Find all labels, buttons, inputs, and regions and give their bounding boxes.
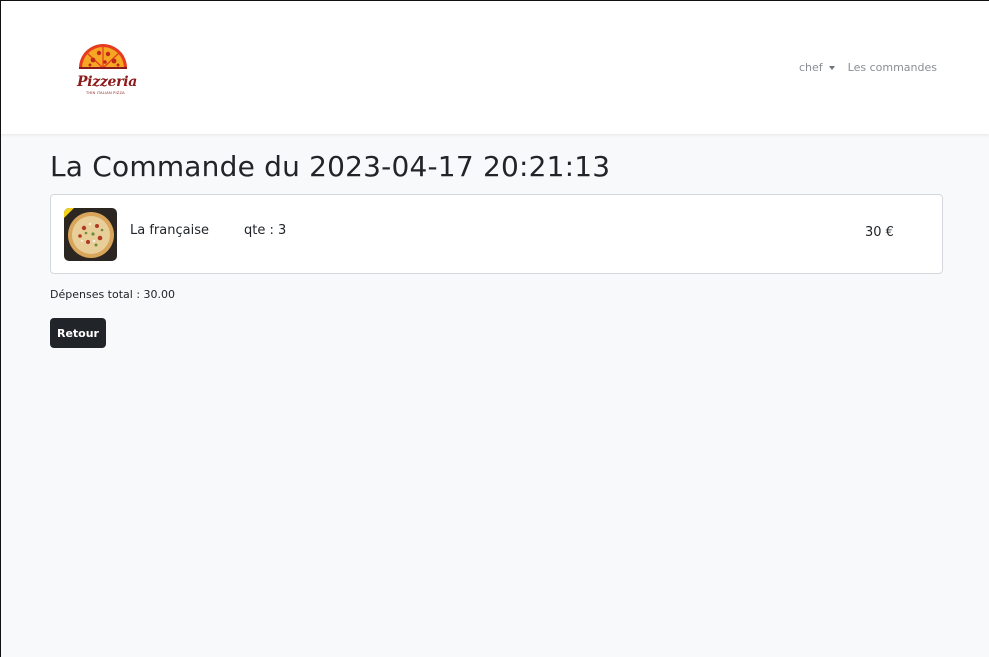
pizza-logo-icon [79,44,127,69]
navbar: Pizzeria THIN ITALIAN PIZZA chef Les com… [1,1,989,134]
caret-down-icon [828,65,835,70]
back-button[interactable]: Retour [50,318,106,348]
orders-link[interactable]: Les commandes [848,61,937,74]
pizza-image [64,208,117,261]
logo[interactable]: Pizzeria THIN ITALIAN PIZZA [73,38,137,100]
user-menu-label: chef [798,61,823,74]
logo-tagline: THIN ITALIAN PIZZA [86,91,125,95]
order-item-card: La française qte : 3 30 € [50,194,943,274]
item-quantity: qte : 3 [244,223,287,238]
item-price: 30 € [865,225,894,240]
nav-links: chef Les commandes [799,61,937,74]
item-name: La française [130,223,209,238]
order-total: Dépenses total : 30.00 [50,288,176,301]
logo-text: Pizzeria [77,74,138,90]
user-menu-dropdown[interactable]: chef [799,61,835,74]
page-title: La Commande du 2023-04-17 20:21:13 [50,150,611,183]
